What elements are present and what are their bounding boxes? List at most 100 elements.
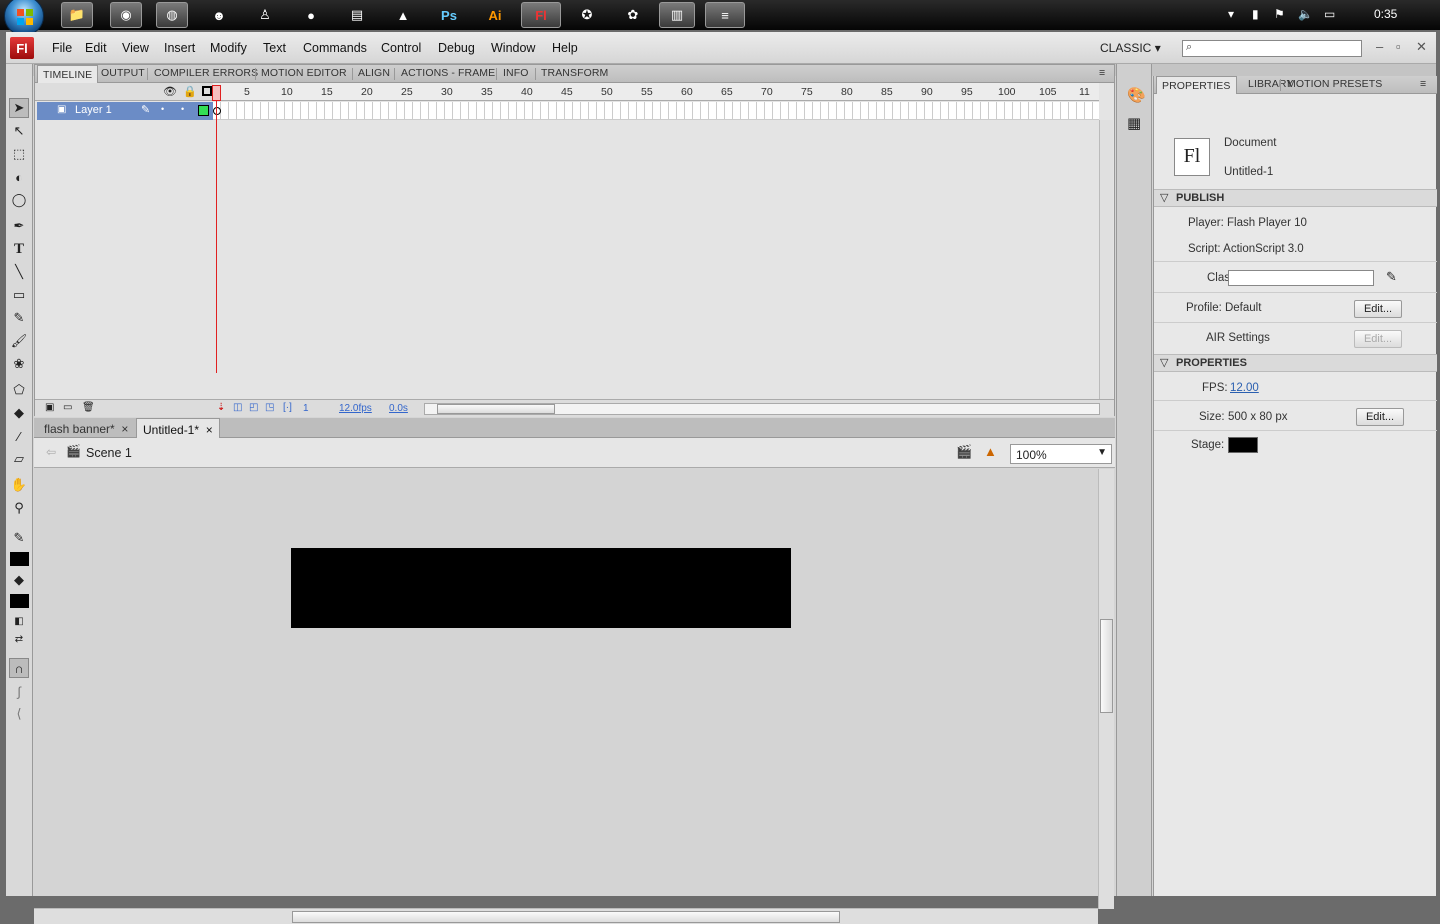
fill-color-icon[interactable]: ◆ <box>9 570 29 590</box>
doc-tab-untitled-1[interactable]: Untitled-1* × <box>136 418 220 438</box>
menu-insert[interactable]: Insert <box>164 41 195 55</box>
tab-align[interactable]: ALIGN <box>358 67 390 79</box>
explorer-taskbar-icon[interactable]: 📁 <box>61 2 93 28</box>
pencil-icon[interactable]: ✎ <box>1386 269 1397 285</box>
maximize-icon[interactable]: ▫ <box>1396 39 1401 54</box>
eraser-tool-icon[interactable]: ▱ <box>9 449 29 469</box>
air-edit-button[interactable]: Edit... <box>1354 330 1402 348</box>
stroke-color-icon[interactable]: ✎ <box>9 528 29 548</box>
center-frame-icon[interactable]: ⇣ <box>217 402 225 413</box>
timeline-vertical-scrollbar[interactable] <box>1099 120 1113 400</box>
fill-color-swatch[interactable] <box>10 594 29 608</box>
new-layer-icon[interactable]: ▣ <box>45 402 54 413</box>
onion-skin-icon[interactable]: ◫ <box>233 402 242 413</box>
stage-vertical-scrollbar[interactable] <box>1098 469 1114 909</box>
properties-section-header[interactable]: ▽ PROPERTIES <box>1154 354 1437 372</box>
bone-tool-icon[interactable]: ⬠ <box>9 380 29 400</box>
stroke-color-swatch[interactable] <box>10 552 29 566</box>
stage-pasteboard[interactable] <box>34 469 1115 924</box>
tab-output[interactable]: OUTPUT <box>101 67 145 79</box>
volume-icon[interactable]: 🔈 <box>1298 7 1313 21</box>
straighten-icon[interactable]: ⟨ <box>9 704 29 724</box>
menu-text[interactable]: Text <box>263 41 286 55</box>
scroll-thumb[interactable] <box>1100 619 1113 713</box>
back-arrow-icon[interactable]: ⇦ <box>46 445 56 459</box>
snap-magnet-icon[interactable]: ∩ <box>9 658 29 678</box>
tab-properties[interactable]: PROPERTIES <box>1156 76 1237 94</box>
zoom-tool-icon[interactable]: ⚲ <box>9 498 29 518</box>
doc-tab-flash-banner[interactable]: flash banner* × <box>38 418 134 438</box>
photoshop-taskbar-icon[interactable]: Ps <box>433 2 465 28</box>
profile-edit-button[interactable]: Edit... <box>1354 300 1402 318</box>
empty-keyframe[interactable] <box>213 107 221 115</box>
size-edit-button[interactable]: Edit... <box>1356 408 1404 426</box>
app-taskbar-icon[interactable]: ● <box>295 2 327 28</box>
edit-scene-icon[interactable]: 🎬 <box>956 444 972 460</box>
line-tool-icon[interactable]: ╲ <box>9 262 29 282</box>
edit-multiple-frames-icon[interactable]: ◳ <box>265 402 274 413</box>
brush-tool-icon[interactable]: 🖌 <box>9 331 29 351</box>
help-search-input[interactable]: ⌕ <box>1182 40 1362 57</box>
minimize-icon[interactable]: – <box>1376 39 1383 54</box>
frame-rate[interactable]: 12.0fps <box>339 403 372 414</box>
notepad-taskbar-icon[interactable]: ▥ <box>659 2 695 28</box>
timeline-horizontal-scrollbar[interactable] <box>424 403 1100 415</box>
close-icon[interactable]: ✕ <box>1416 39 1427 55</box>
fps-value[interactable]: 12.00 <box>1230 382 1259 394</box>
tab-motion-editor[interactable]: MOTION EDITOR <box>261 67 347 79</box>
frames-row[interactable] <box>213 102 1099 120</box>
clock[interactable]: 0:35 <box>1374 7 1397 21</box>
delete-icon[interactable]: 🗑 <box>82 402 95 413</box>
workspace-switcher[interactable]: CLASSIC ▾ <box>1100 41 1161 55</box>
vlc-taskbar-icon[interactable]: ▲ <box>387 2 419 28</box>
action-center-icon[interactable]: ⚑ <box>1274 7 1285 21</box>
close-icon[interactable]: × <box>121 422 128 436</box>
subselection-tool-icon[interactable]: ↖ <box>9 121 29 141</box>
scroll-thumb[interactable] <box>437 404 555 414</box>
menu-window[interactable]: Window <box>491 41 535 55</box>
smooth-icon[interactable]: ∫ <box>9 681 29 701</box>
menu-edit[interactable]: Edit <box>85 41 107 55</box>
runner-taskbar-icon[interactable]: ♙ <box>249 2 281 28</box>
hand-tool-icon[interactable]: ✋ <box>9 475 29 495</box>
pencil-tool-icon[interactable]: ✎ <box>9 308 29 328</box>
color-panel-icon[interactable]: 🎨 <box>1127 86 1146 104</box>
panel-menu-icon[interactable]: ≡ <box>1420 78 1426 90</box>
menu-file[interactable]: File <box>52 41 72 55</box>
menu-commands[interactable]: Commands <box>303 41 367 55</box>
selection-tool-icon[interactable]: ➤ <box>9 98 29 118</box>
eyedropper-tool-icon[interactable]: ⁄ <box>9 426 29 446</box>
onion-markers-icon[interactable]: [·] <box>283 402 292 413</box>
doc-name[interactable]: Untitled-1 <box>1224 166 1273 178</box>
3d-rotation-tool-icon[interactable]: ◐ <box>9 167 29 187</box>
flash-taskbar-icon[interactable]: Fl <box>521 2 561 28</box>
utility-taskbar-icon[interactable]: ✪ <box>571 2 603 28</box>
visibility-dot[interactable]: • <box>161 104 164 114</box>
scene-label[interactable]: Scene 1 <box>86 446 132 460</box>
paint-taskbar-icon[interactable]: ✿ <box>617 2 649 28</box>
layer-row[interactable]: ▣ Layer 1 ✎ • • <box>37 102 213 120</box>
swap-colors-icon[interactable]: ⇄ <box>9 629 29 649</box>
lasso-tool-icon[interactable]: ◯ <box>9 190 29 210</box>
deco-tool-icon[interactable]: ❀ <box>9 354 29 374</box>
menu-view[interactable]: View <box>122 41 149 55</box>
stage-horizontal-scrollbar[interactable] <box>34 908 1098 924</box>
tab-compiler-errors[interactable]: COMPILER ERRORS <box>154 67 258 79</box>
tab-info[interactable]: INFO <box>503 67 528 79</box>
rectangle-tool-icon[interactable]: ▭ <box>9 285 29 305</box>
zoom-select[interactable]: 100% ▼ <box>1010 444 1112 464</box>
messenger-taskbar-icon[interactable]: ☻ <box>203 2 235 28</box>
swatches-panel-icon[interactable]: ▦ <box>1127 114 1141 132</box>
scroll-thumb[interactable] <box>292 911 840 923</box>
elapsed-time[interactable]: 0.0s <box>389 403 408 414</box>
outline-icon[interactable] <box>202 86 212 96</box>
current-frame[interactable]: 1 <box>303 403 309 414</box>
layer-name[interactable]: Layer 1 <box>75 104 112 116</box>
chrome-taskbar-icon[interactable]: ◉ <box>110 2 142 28</box>
frame-ruler[interactable]: 1 5 10 15 20 25 30 35 40 45 50 55 60 65 … <box>213 83 1099 101</box>
lock-dot[interactable]: • <box>181 104 184 114</box>
book-taskbar-icon[interactable]: ▤ <box>341 2 373 28</box>
firefox-taskbar-icon[interactable]: ◍ <box>156 2 188 28</box>
tab-actions-frame[interactable]: ACTIONS - FRAME <box>401 67 495 79</box>
pen-tool-icon[interactable]: ✒ <box>9 216 29 236</box>
